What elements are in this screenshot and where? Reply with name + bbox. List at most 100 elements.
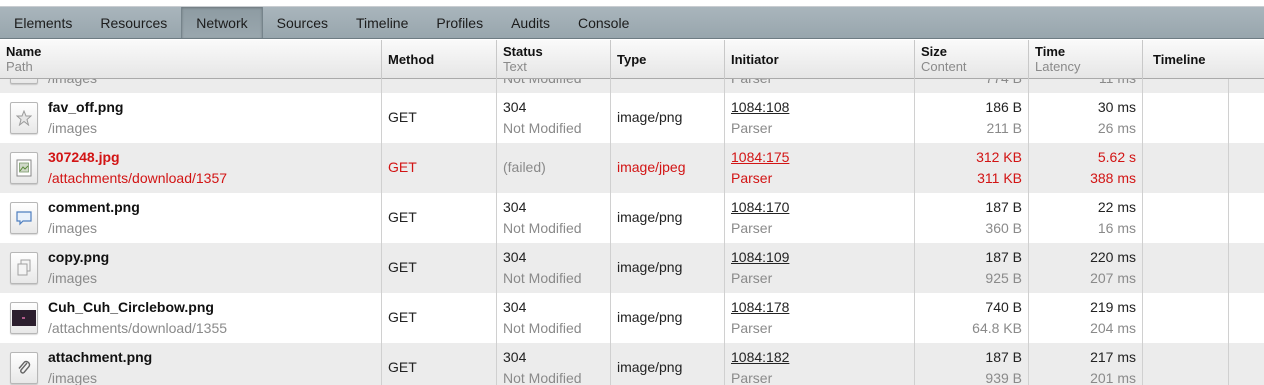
header-type[interactable]: Type: [611, 40, 725, 79]
table-row[interactable]: fav_off.png/images GET 304 Not Modified imag…: [0, 93, 1264, 143]
initiator-link[interactable]: 1084:108: [731, 98, 789, 116]
header-timeline[interactable]: Timeline: [1143, 40, 1264, 79]
transfer-size: 187 B: [985, 249, 1022, 265]
initiator-cell: 1084:108 Parser: [725, 93, 915, 143]
timeline-cell: [1143, 93, 1264, 143]
name-cell: Cuh_Cuh_Circlebow.png/attachments/downlo…: [0, 293, 382, 343]
image-icon: [10, 79, 38, 84]
status-code: 304: [503, 199, 527, 215]
initiator-type: Parser: [731, 79, 772, 87]
status-cell: 304 Not Modified: [497, 93, 611, 143]
initiator-link[interactable]: 1084:109: [731, 248, 789, 266]
header-size-sub: Content: [921, 59, 967, 74]
header-size-title: Size: [921, 44, 948, 59]
latency-time: 388 ms: [1090, 170, 1136, 186]
initiator-type: Parser: [731, 120, 773, 136]
transfer-size: 186 B: [985, 99, 1022, 115]
request-method: GET: [388, 309, 417, 325]
table-row[interactable]: attachment.png/images GET 304 Not Modified i…: [0, 343, 1264, 385]
method-cell: [382, 79, 497, 93]
tab-sources[interactable]: Sources: [263, 7, 342, 38]
header-time[interactable]: Time Latency: [1029, 40, 1143, 79]
type-cell: image/png: [611, 193, 725, 243]
time-cell: 22 ms 16 ms: [1029, 193, 1143, 243]
tab-resources[interactable]: Resources: [86, 7, 181, 38]
header-size[interactable]: Size Content: [915, 40, 1029, 79]
timeline-divider: [1228, 40, 1229, 385]
total-time: 30 ms: [1097, 99, 1136, 115]
method-cell: GET: [382, 93, 497, 143]
initiator-type: Parser: [731, 170, 773, 186]
paperclip-icon: [10, 352, 38, 384]
tab-timeline[interactable]: Timeline: [342, 7, 422, 38]
size-cell: 774 B: [915, 79, 1029, 93]
content-size: 925 B: [985, 270, 1022, 286]
initiator-link[interactable]: 1084:182: [731, 348, 789, 366]
tab-profiles[interactable]: Profiles: [422, 7, 497, 38]
status-text: Not Modified: [503, 220, 582, 236]
table-row[interactable]: comment.png/images GET 304 Not Modified imag…: [0, 193, 1264, 243]
window-top-strip: [0, 0, 1264, 7]
header-method-title: Method: [388, 52, 435, 67]
status-text: Not Modified: [503, 270, 582, 286]
type-cell: image/jpeg: [611, 143, 725, 193]
table-row[interactable]: copy.png/images GET 304 Not Modified image/p…: [0, 243, 1264, 293]
content-size: 360 B: [985, 220, 1022, 236]
table-row[interactable]: Cuh_Cuh_Circlebow.png/attachments/downlo…: [0, 293, 1264, 343]
status-text: Not Modified: [503, 370, 582, 385]
initiator-cell: 1084:109 Parser: [725, 243, 915, 293]
header-status-title: Status: [503, 44, 543, 59]
header-timeline-title: Timeline: [1153, 52, 1206, 67]
header-status-sub: Text: [503, 59, 527, 74]
resource-name: attachment.png: [48, 349, 153, 365]
request-list: /images Not Modified Parser 774 B 11 ms fav_o…: [0, 79, 1264, 385]
table-row[interactable]: /images Not Modified Parser 774 B 11 ms: [0, 79, 1264, 93]
star-icon: [10, 102, 38, 134]
resource-name: copy.png: [48, 249, 110, 265]
status-cell: 304 Not Modified: [497, 343, 611, 385]
tab-network[interactable]: Network: [181, 7, 263, 38]
resource-path: /images: [48, 79, 97, 87]
header-name-title: Name: [6, 44, 42, 59]
resource-name: 307248.jpg: [48, 149, 120, 165]
initiator-link[interactable]: 1084:178: [731, 298, 789, 316]
header-initiator[interactable]: Initiator: [725, 40, 915, 79]
size-cell: 187 B 360 B: [915, 193, 1029, 243]
status-code: 304: [503, 249, 527, 265]
initiator-cell: 1084:170 Parser: [725, 193, 915, 243]
initiator-link[interactable]: 1084:170: [731, 198, 789, 216]
mime-type: image/png: [617, 209, 683, 225]
tab-console[interactable]: Console: [564, 7, 643, 38]
total-time: 5.62 s: [1097, 149, 1136, 165]
size-cell: 312 KB 311 KB: [915, 143, 1029, 193]
name-cell: /images: [0, 79, 382, 93]
resource-path: /images: [48, 120, 98, 136]
size-cell: 186 B 211 B: [915, 93, 1029, 143]
tab-audits[interactable]: Audits: [497, 7, 564, 38]
time-cell: 5.62 s 388 ms: [1029, 143, 1143, 193]
status-cell: Not Modified: [497, 79, 611, 93]
mime-type: image/png: [617, 259, 683, 275]
header-status[interactable]: Status Text: [497, 40, 611, 79]
name-cell: copy.png/images: [0, 243, 382, 293]
total-time: 219 ms: [1090, 299, 1136, 315]
time-cell: 217 ms 201 ms: [1029, 343, 1143, 385]
network-grid: Name Path Method Status Text Type Initia…: [0, 40, 1264, 385]
time-cell: 220 ms 207 ms: [1029, 243, 1143, 293]
status-code: 304: [503, 299, 527, 315]
table-row[interactable]: 307248.jpg/attachments/download/1357 GET (…: [0, 143, 1264, 193]
status-text: Not Modified: [503, 79, 582, 87]
mime-type: image/png: [617, 359, 683, 375]
transfer-size: 187 B: [985, 199, 1022, 215]
initiator-link[interactable]: 1084:175: [731, 148, 789, 166]
latency-time: 16 ms: [1097, 220, 1136, 236]
header-name[interactable]: Name Path: [0, 40, 382, 79]
header-time-sub: Latency: [1035, 59, 1081, 74]
type-cell: [611, 79, 725, 93]
type-cell: image/png: [611, 243, 725, 293]
tab-elements[interactable]: Elements: [0, 7, 86, 38]
request-method: GET: [388, 359, 417, 375]
method-cell: GET: [382, 193, 497, 243]
header-method[interactable]: Method: [382, 40, 497, 79]
time-cell: 30 ms 26 ms: [1029, 93, 1143, 143]
